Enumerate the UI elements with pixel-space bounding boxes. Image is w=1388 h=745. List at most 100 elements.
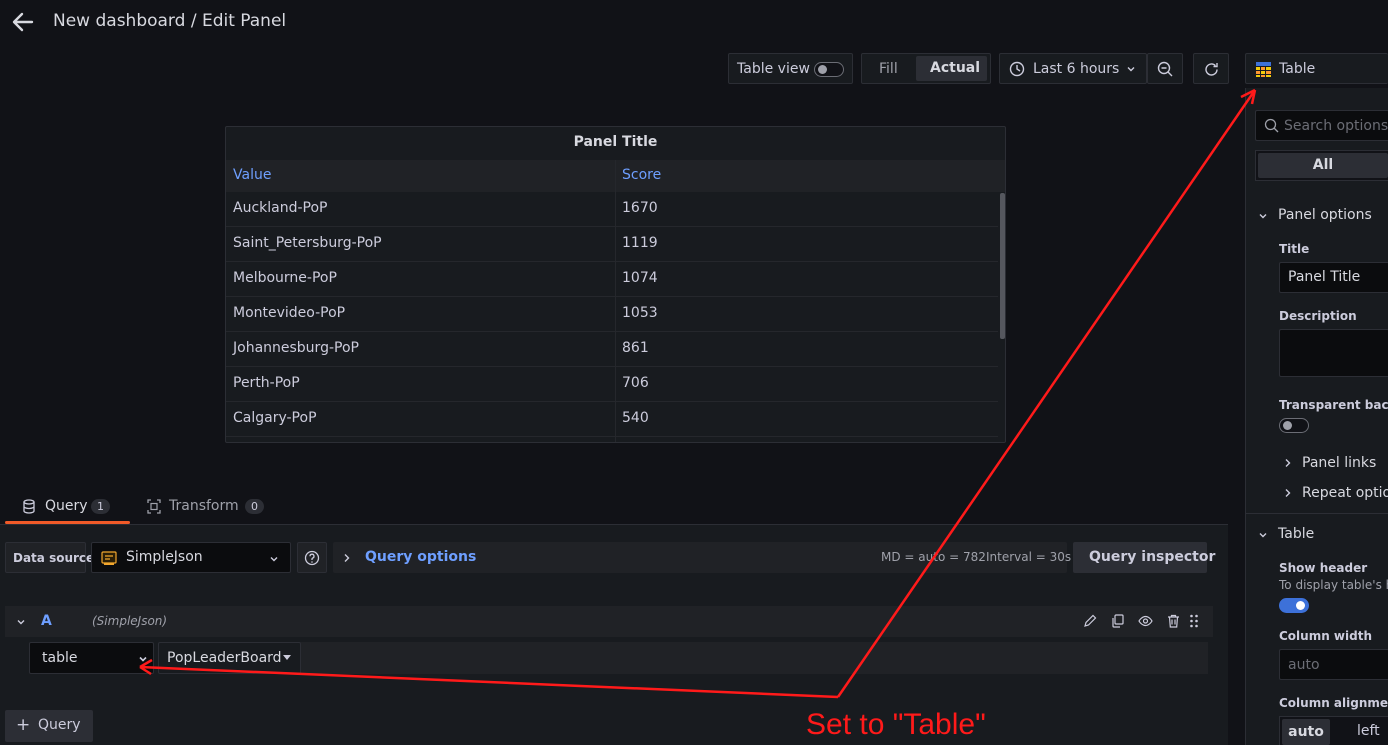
panel-links-section[interactable]: Panel links bbox=[1302, 455, 1376, 471]
query-options-label: Query options bbox=[365, 549, 477, 565]
back-arrow-icon[interactable] bbox=[10, 9, 36, 35]
cell-value: Johannesburg-PoP bbox=[233, 340, 359, 356]
section-collapse-chevron-icon[interactable] bbox=[1258, 211, 1268, 221]
delete-trash-icon[interactable] bbox=[1167, 614, 1180, 628]
table-view-switch[interactable] bbox=[814, 62, 844, 77]
panel-title[interactable]: Panel Title bbox=[226, 134, 1005, 150]
data-source-select[interactable]: SimpleJson bbox=[91, 542, 291, 573]
query-ref-id[interactable]: A bbox=[41, 613, 52, 629]
show-header-description: To display table's he bbox=[1279, 578, 1388, 592]
drag-handle-icon[interactable] bbox=[1189, 614, 1199, 628]
cell-value: Saint_Petersburg-PoP bbox=[233, 235, 382, 251]
section-divider bbox=[1246, 513, 1388, 514]
chevron-right-icon bbox=[343, 553, 351, 563]
repeat-options-section[interactable]: Repeat option bbox=[1302, 485, 1388, 501]
help-icon bbox=[304, 550, 320, 566]
toggle-visibility-eye-icon[interactable] bbox=[1138, 614, 1153, 628]
edit-pencil-icon[interactable] bbox=[1083, 614, 1097, 628]
data-source-help-button[interactable] bbox=[297, 542, 327, 573]
cell-score: 706 bbox=[622, 375, 649, 391]
chevron-right-icon bbox=[1284, 458, 1292, 468]
transparent-option-label: Transparent backgro bbox=[1279, 398, 1388, 412]
table-row: Calgary-PoP 540 bbox=[226, 402, 998, 437]
caret-down-icon bbox=[283, 655, 291, 661]
show-header-switch[interactable] bbox=[1279, 598, 1309, 613]
target-value: PopLeaderBoard bbox=[167, 650, 282, 666]
fill-button[interactable]: Fill bbox=[879, 61, 898, 77]
query-options-bar[interactable]: Query options MD = auto = 782 Interval =… bbox=[333, 542, 1071, 573]
column-header-value[interactable]: Value bbox=[233, 167, 271, 183]
transform-count-badge: 0 bbox=[245, 499, 264, 514]
clock-icon bbox=[1009, 61, 1025, 77]
data-source-value: SimpleJson bbox=[126, 549, 203, 565]
query-row-fill bbox=[160, 642, 1208, 674]
panel-options-header[interactable]: Panel options bbox=[1278, 207, 1372, 223]
transparent-background-switch[interactable] bbox=[1279, 418, 1309, 433]
alignment-left-button[interactable]: left bbox=[1357, 723, 1380, 739]
chevron-right-icon bbox=[1284, 488, 1292, 498]
table-row: Perth-PoP 706 bbox=[226, 367, 998, 402]
visualization-picker[interactable]: Table bbox=[1245, 53, 1388, 84]
options-search-input[interactable]: Search options bbox=[1255, 110, 1388, 141]
column-alignment-segment: auto left bbox=[1279, 716, 1388, 745]
table-header: Value Score bbox=[226, 160, 1005, 192]
column-width-input[interactable]: auto bbox=[1279, 649, 1388, 680]
column-width-label: Column width bbox=[1279, 629, 1372, 643]
filter-all-button[interactable]: All bbox=[1258, 153, 1388, 178]
description-option-textarea[interactable] bbox=[1279, 329, 1388, 377]
column-header-score[interactable]: Score bbox=[622, 167, 661, 183]
zoom-out-button[interactable] bbox=[1147, 53, 1183, 84]
query-row-header: A (SimpleJson) bbox=[5, 606, 1213, 637]
refresh-button[interactable] bbox=[1193, 53, 1229, 84]
table-view-label: Table view bbox=[737, 61, 810, 77]
title-option-input[interactable]: Panel Title bbox=[1279, 262, 1388, 293]
table-row: Johannesburg-PoP 861 bbox=[226, 332, 998, 367]
table-row: Saint_Petersburg-PoP 1119 bbox=[226, 227, 998, 262]
transform-icon bbox=[147, 499, 161, 514]
options-search-placeholder: Search options bbox=[1284, 118, 1388, 134]
query-inspector-button[interactable]: Query inspector bbox=[1073, 542, 1215, 573]
cell-score: 540 bbox=[622, 410, 649, 426]
time-range-picker[interactable]: Last 6 hours bbox=[999, 53, 1147, 84]
data-source-label: Data source bbox=[13, 551, 95, 565]
actual-button[interactable]: Actual bbox=[916, 56, 987, 81]
table-options-header[interactable]: Table bbox=[1278, 526, 1314, 542]
fill-actual-segment: Fill Actual bbox=[861, 53, 991, 84]
duplicate-query-icon[interactable] bbox=[1111, 614, 1125, 628]
chevron-down-icon bbox=[138, 654, 148, 664]
cell-score: 1053 bbox=[622, 305, 658, 321]
format-value: table bbox=[42, 650, 78, 666]
table-view-toggle-group[interactable]: Table view bbox=[728, 53, 853, 84]
table-scrollbar[interactable] bbox=[1000, 193, 1005, 339]
cell-score: 1119 bbox=[622, 235, 658, 251]
collapse-chevron-icon[interactable] bbox=[16, 617, 26, 627]
query-count-badge: 1 bbox=[91, 499, 110, 514]
time-range-label: Last 6 hours bbox=[1033, 61, 1120, 77]
alignment-auto-button[interactable]: auto bbox=[1282, 719, 1330, 745]
add-query-label: Query bbox=[38, 717, 81, 733]
max-datapoints-info: MD = auto = 782 bbox=[881, 550, 986, 564]
section-collapse-chevron-icon[interactable] bbox=[1258, 530, 1268, 540]
query-row-body: table PopLeaderBoard bbox=[5, 640, 1213, 676]
visualization-label: Table bbox=[1279, 61, 1316, 77]
table-viz-icon bbox=[1255, 61, 1272, 78]
cell-value: Perth-PoP bbox=[233, 375, 300, 391]
interval-info: Interval = 30s bbox=[986, 550, 1072, 564]
annotation-text: Set to "Table" bbox=[806, 708, 986, 741]
column-width-placeholder: auto bbox=[1288, 657, 1320, 673]
query-datasource-hint: (SimpleJson) bbox=[92, 614, 168, 628]
cell-score: 1670 bbox=[622, 200, 658, 216]
add-query-button[interactable]: + Query bbox=[5, 710, 93, 742]
options-filter-segment: All bbox=[1255, 150, 1388, 181]
tab-transform-label: Transform bbox=[169, 498, 239, 514]
format-select[interactable]: table bbox=[29, 642, 154, 674]
data-source-label-box: Data source bbox=[5, 542, 94, 573]
simplejson-datasource-icon bbox=[101, 551, 117, 566]
description-option-label: Description bbox=[1279, 309, 1357, 323]
table-row: Auckland-PoP 1670 bbox=[226, 192, 998, 227]
table-row: Montevideo-PoP 1053 bbox=[226, 297, 998, 332]
chevron-down-icon bbox=[269, 554, 279, 564]
options-pane: Search options All Panel options Title P… bbox=[1245, 88, 1388, 745]
zoom-out-icon bbox=[1157, 61, 1174, 78]
target-select[interactable]: PopLeaderBoard bbox=[158, 642, 301, 674]
